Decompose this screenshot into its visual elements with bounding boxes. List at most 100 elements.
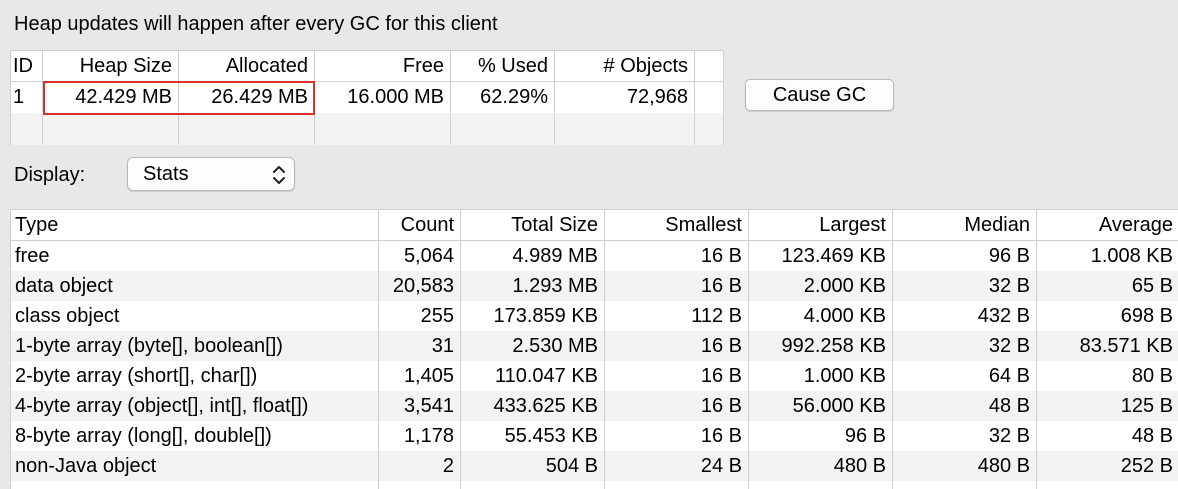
- stats-col-median-header[interactable]: Median: [893, 210, 1037, 240]
- heap-col-heap-size-header[interactable]: Heap Size: [43, 51, 179, 81]
- stats-type-cell: 2-byte array (short[], char[]): [11, 361, 379, 391]
- stats-median-cell: 96 B: [893, 241, 1037, 271]
- heap-update-notice: Heap updates will happen after every GC …: [14, 13, 498, 35]
- heap-allocated-cell: 26.429 MB: [179, 82, 315, 112]
- heap-filler-cell: [695, 82, 723, 112]
- stats-type-cell: 4-byte array (object[], int[], float[]): [11, 391, 379, 421]
- stats-smallest-cell: 16 B: [605, 271, 749, 301]
- empty-cell: [179, 113, 315, 145]
- stats-average-cell: 83.571 KB: [1079, 335, 1173, 357]
- display-label: Display:: [14, 164, 86, 186]
- heap-table-row[interactable]: 1 42.429 MB 26.429 MB 16.000 MB 62.29% 7…: [11, 82, 723, 112]
- table-row[interactable]: free 5,064 4.989 MB 16 B 123.469 KB 96 B 1.008…: [11, 241, 1178, 271]
- stats-largest-cell: 123.469 KB: [749, 241, 893, 271]
- stats-col-type-header[interactable]: Type: [11, 210, 379, 240]
- stats-total-size-cell: 1.293 MB: [461, 271, 605, 301]
- stats-count-cell: 31: [379, 331, 461, 361]
- stats-largest-cell: 96 B: [749, 421, 893, 451]
- stats-total-size-cell: 2.530 MB: [461, 331, 605, 361]
- stats-type-cell: data object: [11, 271, 379, 301]
- heap-id-cell: 1: [11, 82, 43, 112]
- stats-median-cell: 48 B: [893, 391, 1037, 421]
- stats-smallest-cell: 16 B: [605, 421, 749, 451]
- stats-smallest-cell: 16 B: [605, 331, 749, 361]
- stats-count-cell: 20,583: [379, 271, 461, 301]
- table-row[interactable]: 4-byte array (object[], int[], float[]) 3…: [11, 391, 1178, 421]
- stats-largest-cell: 2.000 KB: [749, 271, 893, 301]
- empty-cell: [11, 113, 43, 145]
- stats-count-cell: 1,178: [379, 421, 461, 451]
- heap-col-allocated-header[interactable]: Allocated: [179, 51, 315, 81]
- stats-median-cell: 32 B: [893, 271, 1037, 301]
- stats-table-header: Type Count Total Size Smallest Largest M…: [11, 210, 1178, 241]
- stats-count-cell: 5,064: [379, 241, 461, 271]
- display-select[interactable]: Stats: [127, 157, 295, 191]
- stats-largest-cell: 4.000 KB: [749, 301, 893, 331]
- heap-col-used-header[interactable]: % Used: [451, 51, 555, 81]
- heap-summary-table: ID Heap Size Allocated Free % Used # Obj…: [10, 50, 724, 145]
- heap-col-id-header[interactable]: ID: [11, 51, 43, 81]
- stats-total-size-cell: 173.859 KB: [461, 301, 605, 331]
- chevron-up-down-icon: [272, 164, 286, 192]
- stats-col-largest-header[interactable]: Largest: [749, 210, 893, 240]
- stats-count-cell: 3,541: [379, 391, 461, 421]
- empty-cell: [43, 113, 179, 145]
- table-row[interactable]: 1-byte array (byte[], boolean[]) 31 2.530 …: [11, 331, 1178, 361]
- stats-median-cell: 480 B: [893, 451, 1037, 481]
- stats-total-size-cell: 4.989 MB: [461, 241, 605, 271]
- heap-objects-cell: 72,968: [555, 82, 695, 112]
- stats-type-cell: class object: [11, 301, 379, 331]
- heap-col-free-header[interactable]: Free: [315, 51, 451, 81]
- empty-cell: [695, 113, 723, 145]
- stats-smallest-cell: 16 B: [605, 241, 749, 271]
- heap-col-filler: [695, 51, 723, 81]
- stats-average-cell: 1.008 KB: [1090, 245, 1173, 267]
- heap-size-cell: 42.429 MB: [43, 82, 179, 112]
- heap-table-empty-row: [11, 113, 723, 145]
- stats-largest-cell: 480 B: [749, 451, 893, 481]
- table-row[interactable]: class object 255 173.859 KB 112 B 4.000 KB 43…: [11, 301, 1178, 331]
- stats-median-cell: 64 B: [893, 361, 1037, 391]
- stats-average-cell: 252 B: [1120, 455, 1173, 477]
- stats-type-cell: 8-byte array (long[], double[]): [11, 421, 379, 451]
- stats-average-cell: 80 B: [1131, 365, 1173, 387]
- table-row[interactable]: 8-byte array (long[], double[]) 1,178 55.4…: [11, 421, 1178, 451]
- stats-smallest-cell: 112 B: [605, 301, 749, 331]
- cause-gc-button[interactable]: Cause GC: [745, 79, 894, 111]
- heap-col-objects-header[interactable]: # Objects: [555, 51, 695, 81]
- heap-table-header: ID Heap Size Allocated Free % Used # Obj…: [11, 51, 723, 82]
- stats-total-size-cell: 110.047 KB: [461, 361, 605, 391]
- heap-free-cell: 16.000 MB: [315, 82, 451, 112]
- stats-total-size-cell: 433.625 KB: [461, 391, 605, 421]
- table-row[interactable]: 2-byte array (short[], char[]) 1,405 110.0…: [11, 361, 1178, 391]
- empty-cell: [451, 113, 555, 145]
- empty-cell: [555, 113, 695, 145]
- stats-median-cell: 32 B: [893, 421, 1037, 451]
- stats-largest-cell: 56.000 KB: [749, 391, 893, 421]
- heap-used-cell: 62.29%: [451, 82, 555, 112]
- display-selected-value: Stats: [143, 163, 189, 185]
- table-row[interactable]: non-Java object 2 504 B 24 B 480 B 480 B 252 B: [11, 451, 1178, 481]
- stats-smallest-cell: 24 B: [605, 451, 749, 481]
- stats-median-cell: 432 B: [893, 301, 1037, 331]
- stats-col-count-header[interactable]: Count: [379, 210, 461, 240]
- stats-average-cell: 698 B: [1120, 305, 1173, 327]
- stats-col-total-size-header[interactable]: Total Size: [461, 210, 605, 240]
- stats-largest-cell: 1.000 KB: [749, 361, 893, 391]
- stats-average-cell: 48 B: [1131, 425, 1173, 447]
- stats-average-cell: 125 B: [1120, 395, 1173, 417]
- stats-median-cell: 32 B: [893, 331, 1037, 361]
- empty-cell: [315, 113, 451, 145]
- stats-count-cell: 1,405: [379, 361, 461, 391]
- stats-type-cell: 1-byte array (byte[], boolean[]): [11, 331, 379, 361]
- stats-count-cell: 255: [379, 301, 461, 331]
- stats-count-cell: 2: [379, 451, 461, 481]
- stats-average-cell: 65 B: [1131, 275, 1173, 297]
- stats-table: Type Count Total Size Smallest Largest M…: [10, 209, 1178, 489]
- table-row[interactable]: data object 20,583 1.293 MB 16 B 2.000 KB 32 …: [11, 271, 1178, 301]
- stats-smallest-cell: 16 B: [605, 361, 749, 391]
- stats-smallest-cell: 16 B: [605, 391, 749, 421]
- stats-col-smallest-header[interactable]: Smallest: [605, 210, 749, 240]
- stats-largest-cell: 992.258 KB: [749, 331, 893, 361]
- stats-col-average-header[interactable]: Average: [1037, 210, 1178, 240]
